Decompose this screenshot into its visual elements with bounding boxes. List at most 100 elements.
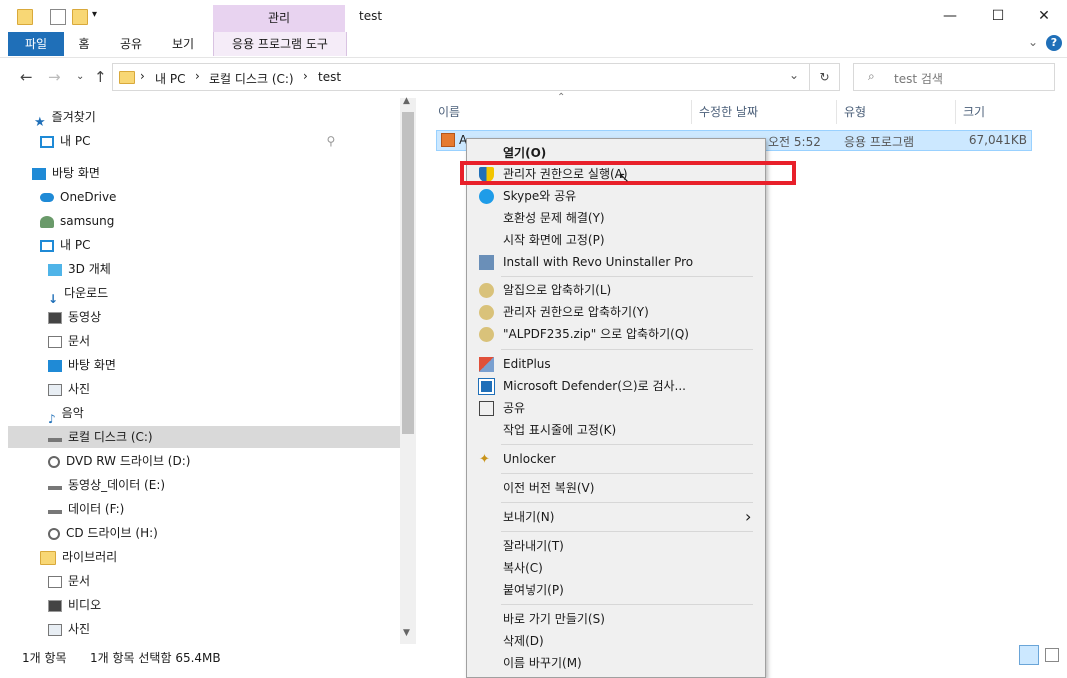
quick-access-dropdown-icon[interactable]: ▾ bbox=[92, 9, 97, 20]
menu-item-pin-start[interactable]: 시작 화면에 고정(P) bbox=[467, 229, 763, 251]
nav-item-music[interactable]: ♪ 음악 bbox=[48, 402, 84, 426]
nav-item-onedrive[interactable]: OneDrive bbox=[40, 186, 116, 208]
search-placeholder[interactable]: test 검색 bbox=[894, 70, 943, 87]
column-separator[interactable] bbox=[691, 100, 692, 124]
address-dropdown-icon[interactable]: ⌄ bbox=[789, 68, 799, 82]
menu-item-defender[interactable]: Microsoft Defender(으)로 검사... bbox=[467, 375, 763, 397]
menu-item-pin-taskbar[interactable]: 작업 표시줄에 고정(K) bbox=[467, 419, 763, 441]
menu-item-editplus[interactable]: EditPlus bbox=[467, 353, 763, 375]
nav-item-local-disk-c[interactable]: 로컬 디스크 (C:) bbox=[8, 426, 400, 448]
desktop-icon bbox=[32, 167, 46, 180]
column-separator[interactable] bbox=[836, 100, 837, 124]
column-header-modified[interactable]: 수정한 날짜 bbox=[699, 100, 758, 124]
file-modified: 오전 5:52 bbox=[768, 135, 821, 149]
menu-item-unlocker[interactable]: ✦ Unlocker bbox=[467, 448, 763, 470]
tab-share[interactable]: 공유 bbox=[114, 32, 148, 56]
forward-arrow-icon[interactable]: → bbox=[48, 68, 61, 86]
tab-view[interactable]: 보기 bbox=[166, 32, 200, 56]
search-box[interactable]: ⌕ test 검색 bbox=[853, 63, 1055, 91]
tab-file[interactable]: 파일 bbox=[8, 32, 64, 56]
context-menu: 열기(O) 관리자 권한으로 실행(A) Skype와 공유 호환성 문제 해결… bbox=[466, 138, 766, 678]
tab-application-tools[interactable]: 응용 프로그램 도구 bbox=[213, 32, 347, 56]
nav-item-drive-e[interactable]: 동영상_데이터 (E:) bbox=[48, 474, 165, 496]
share-icon bbox=[479, 401, 494, 416]
menu-item-cut[interactable]: 잘라내기(T) bbox=[467, 535, 763, 557]
film-icon bbox=[48, 311, 62, 324]
nav-item-user[interactable]: samsung bbox=[40, 210, 114, 232]
menu-item-alzip-pdf[interactable]: "ALPDF235.zip" 으로 압축하기(Q) bbox=[467, 323, 763, 345]
new-folder-icon[interactable] bbox=[72, 9, 88, 25]
help-icon[interactable]: ? bbox=[1046, 35, 1062, 51]
refresh-button[interactable]: ↻ bbox=[810, 63, 840, 91]
menu-item-create-shortcut[interactable]: 바로 가기 만들기(S) bbox=[467, 608, 763, 630]
chevron-right-icon: › bbox=[745, 507, 752, 526]
menu-item-send-to[interactable]: 보내기(N) › bbox=[467, 506, 763, 528]
menu-item-share[interactable]: 공유 bbox=[467, 397, 763, 419]
scroll-up-icon[interactable]: ▲ bbox=[403, 96, 410, 106]
nav-item-3d-objects[interactable]: 3D 개체 bbox=[48, 258, 111, 280]
nav-item-lib-documents[interactable]: 문서 bbox=[48, 570, 90, 592]
menu-separator bbox=[501, 444, 753, 445]
column-separator[interactable] bbox=[955, 100, 956, 124]
nav-item-pictures[interactable]: 사진 bbox=[48, 378, 90, 400]
title-bar: ▾ 관리 test — ☐ ✕ bbox=[0, 0, 1067, 32]
folder-icon bbox=[119, 71, 135, 84]
defender-icon bbox=[478, 378, 495, 395]
menu-item-alzip-admin[interactable]: 관리자 권한으로 압축하기(Y) bbox=[467, 301, 763, 323]
menu-item-restore-versions[interactable]: 이전 버전 복원(V) bbox=[467, 477, 763, 499]
menu-item-alzip[interactable]: 알집으로 압축하기(L) bbox=[467, 279, 763, 301]
properties-icon[interactable] bbox=[50, 9, 66, 25]
nav-item-my-pc[interactable]: 내 PC bbox=[40, 234, 90, 256]
nav-item-my-pc-quick[interactable]: 내 PC ⚲ bbox=[40, 130, 335, 152]
nav-item-lib-videos[interactable]: 비디오 bbox=[48, 594, 101, 616]
column-header-type[interactable]: 유형 bbox=[844, 100, 866, 124]
breadcrumb-test[interactable]: test bbox=[318, 70, 341, 84]
maximize-button[interactable]: ☐ bbox=[975, 0, 1021, 32]
music-icon: ♪ bbox=[48, 411, 56, 426]
menu-item-troubleshoot[interactable]: 호환성 문제 해결(Y) bbox=[467, 207, 763, 229]
menu-item-revo[interactable]: Install with Revo Uninstaller Pro bbox=[467, 251, 763, 273]
library-icon bbox=[40, 550, 56, 565]
scroll-down-icon[interactable]: ▼ bbox=[403, 628, 410, 638]
menu-item-share-skype[interactable]: Skype와 공유 bbox=[467, 185, 763, 207]
scrollbar-thumb[interactable] bbox=[402, 112, 414, 434]
menu-separator bbox=[501, 604, 753, 605]
cube-icon bbox=[48, 263, 62, 276]
document-icon bbox=[48, 335, 62, 348]
menu-item-copy[interactable]: 복사(C) bbox=[467, 557, 763, 579]
nav-pane-scrollbar[interactable]: ▲ ▼ bbox=[400, 96, 416, 644]
address-bar[interactable]: › 내 PC › 로컬 디스크 (C:) › test ⌄ bbox=[112, 63, 810, 91]
large-icons-view-button[interactable] bbox=[1045, 648, 1059, 662]
nav-item-drive-f[interactable]: 데이터 (F:) bbox=[48, 498, 124, 520]
nav-item-lib-pictures[interactable]: 사진 bbox=[48, 618, 90, 640]
nav-item-desktop-2[interactable]: 바탕 화면 bbox=[48, 354, 116, 376]
recent-dropdown-icon[interactable]: ⌄ bbox=[76, 71, 84, 82]
alzip-icon bbox=[479, 283, 494, 298]
nav-item-downloads[interactable]: ↓ 다운로드 bbox=[48, 282, 108, 306]
column-header-name[interactable]: 이름 bbox=[438, 100, 460, 124]
nav-item-desktop[interactable]: 바탕 화면 bbox=[32, 162, 100, 184]
navigation-bar: ← → ⌄ ↑ › 내 PC › 로컬 디스크 (C:) › test ⌄ ↻ … bbox=[0, 58, 1067, 96]
menu-item-delete[interactable]: 삭제(D) bbox=[467, 630, 763, 652]
breadcrumb-my-pc[interactable]: 내 PC bbox=[155, 70, 185, 87]
close-button[interactable]: ✕ bbox=[1021, 0, 1067, 32]
nav-item-libraries[interactable]: 라이브러리 bbox=[40, 546, 117, 568]
nav-item-dvd-drive[interactable]: DVD RW 드라이브 (D:) bbox=[48, 450, 190, 472]
pin-icon[interactable]: ⚲ bbox=[326, 134, 335, 148]
menu-item-rename[interactable]: 이름 바꾸기(M) bbox=[467, 652, 763, 674]
nav-item-cd-drive[interactable]: CD 드라이브 (H:) bbox=[48, 522, 158, 544]
tab-home[interactable]: 홈 bbox=[70, 32, 98, 56]
nav-item-documents[interactable]: 문서 bbox=[48, 330, 90, 352]
details-view-button[interactable] bbox=[1019, 645, 1039, 665]
nav-item-videos[interactable]: 동영상 bbox=[48, 306, 101, 328]
menu-item-paste[interactable]: 붙여넣기(P) bbox=[467, 579, 763, 601]
column-header-size[interactable]: 크기 bbox=[963, 100, 985, 124]
ribbon-expand-icon[interactable]: ⌄ bbox=[1028, 35, 1038, 49]
nav-item-favorites[interactable]: ★ 즐겨찾기 bbox=[34, 106, 96, 130]
up-arrow-icon[interactable]: ↑ bbox=[94, 68, 107, 86]
folder-icon[interactable] bbox=[17, 9, 33, 25]
disc-icon bbox=[48, 527, 60, 540]
breadcrumb-local-disk[interactable]: 로컬 디스크 (C:) bbox=[209, 70, 294, 87]
back-arrow-icon[interactable]: ← bbox=[20, 68, 33, 86]
minimize-button[interactable]: — bbox=[927, 0, 973, 32]
